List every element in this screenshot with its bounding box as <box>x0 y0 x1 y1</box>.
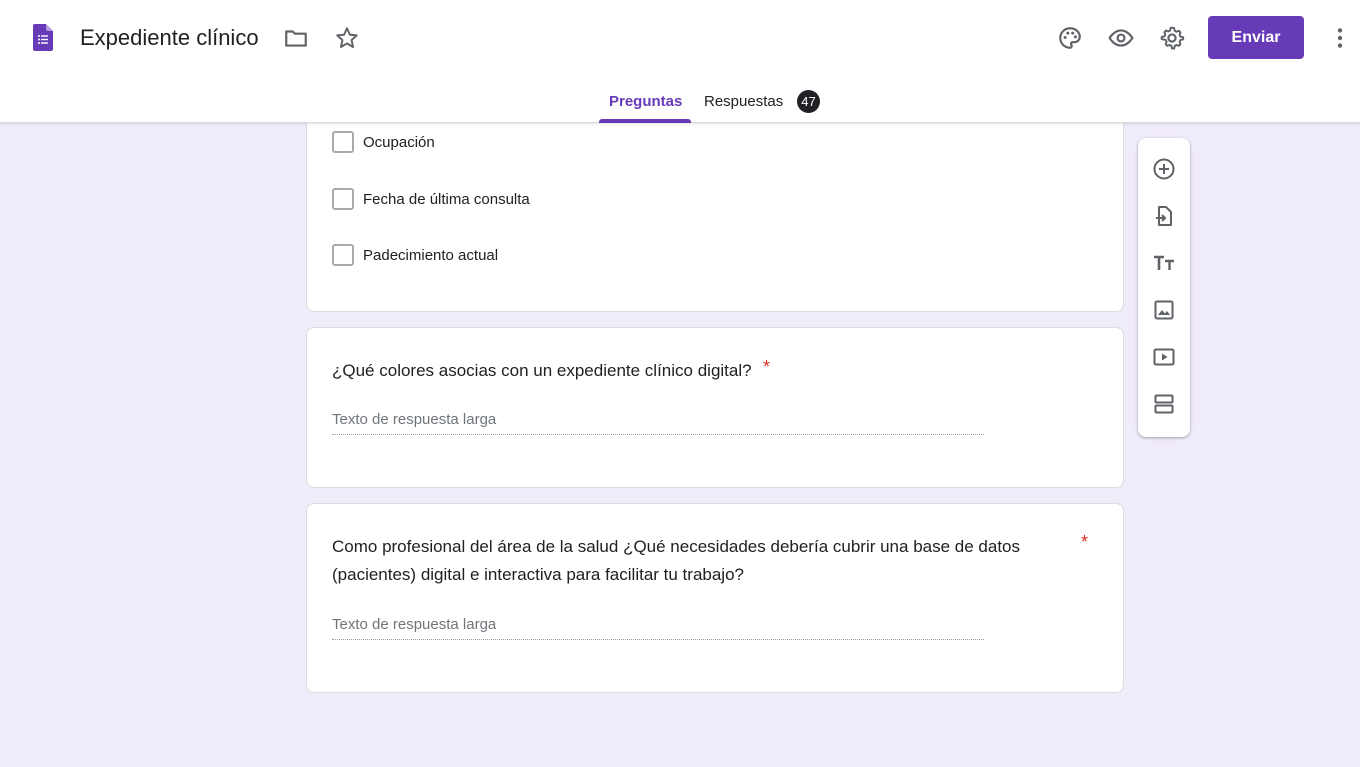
folder-icon[interactable] <box>282 24 310 52</box>
tab-questions[interactable]: Preguntas <box>609 92 682 112</box>
option-item[interactable]: Padecimiento actual <box>332 243 498 267</box>
question-card-colors[interactable]: ¿Qué colores asocias con un expediente c… <box>306 327 1124 488</box>
option-item[interactable]: Fecha de última consulta <box>332 187 530 211</box>
add-question-icon[interactable] <box>1151 156 1177 182</box>
more-vert-icon[interactable] <box>1326 24 1354 52</box>
long-answer-field[interactable]: Texto de respuesta larga <box>332 411 984 435</box>
option-label: Padecimiento actual <box>363 246 499 264</box>
option-label: Ocupación <box>363 133 435 151</box>
question-title-line2: (pacientes) digital e interactiva para f… <box>332 565 744 584</box>
checkbox[interactable] <box>332 244 354 266</box>
star-icon[interactable] <box>333 24 361 52</box>
question-card-checkboxes[interactable]: Ocupación Fecha de última consulta Padec… <box>306 100 1124 312</box>
long-answer-field[interactable]: Texto de respuesta larga <box>332 616 984 640</box>
question-title: ¿Qué colores asocias con un expediente c… <box>332 361 752 380</box>
option-label: Fecha de última consulta <box>363 190 530 208</box>
add-section-icon[interactable] <box>1151 391 1177 417</box>
required-asterisk: * <box>1081 532 1089 552</box>
checkbox[interactable] <box>332 131 354 153</box>
form-title[interactable]: Expediente clínico <box>80 23 259 53</box>
required-asterisk: * <box>763 357 771 377</box>
question-title-line1: Como profesional del área de la salud ¿Q… <box>332 537 1020 556</box>
send-button[interactable]: Enviar <box>1208 16 1304 59</box>
checkbox[interactable] <box>332 188 354 210</box>
google-forms-icon[interactable] <box>33 24 53 51</box>
app-header: Expediente clínico Enviar Preguntas Resp… <box>0 0 1360 123</box>
gear-icon[interactable] <box>1158 24 1186 52</box>
palette-icon[interactable] <box>1056 24 1084 52</box>
add-title-icon[interactable] <box>1151 250 1177 276</box>
add-image-icon[interactable] <box>1151 297 1177 323</box>
tab-responses[interactable]: Respuestas <box>704 92 783 112</box>
responses-count-badge: 47 <box>797 90 820 113</box>
add-video-icon[interactable] <box>1151 344 1177 370</box>
active-tab-indicator <box>599 119 691 123</box>
eye-icon[interactable] <box>1107 24 1135 52</box>
question-card-needs[interactable]: Como profesional del área de la salud ¿Q… <box>306 503 1124 693</box>
import-questions-icon[interactable] <box>1151 203 1177 229</box>
floating-toolbar <box>1138 138 1190 437</box>
option-item[interactable]: Ocupación <box>332 130 435 154</box>
